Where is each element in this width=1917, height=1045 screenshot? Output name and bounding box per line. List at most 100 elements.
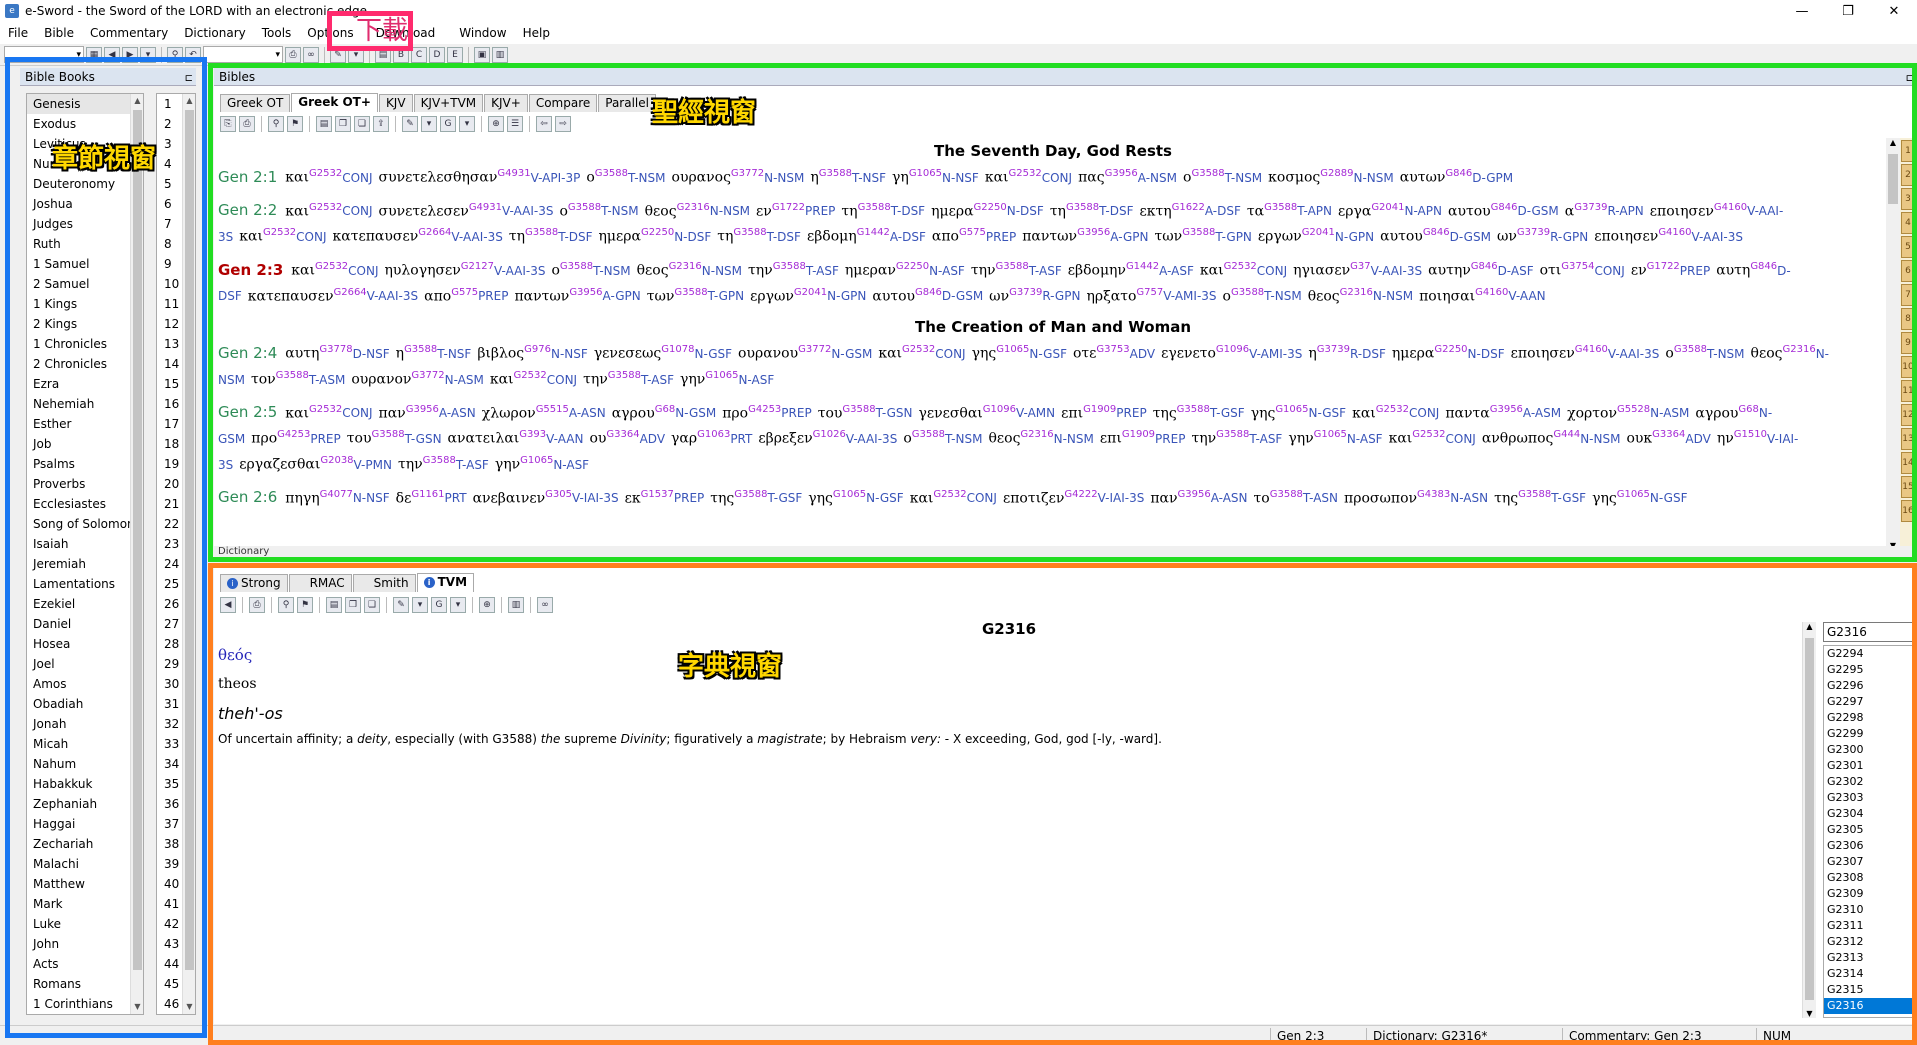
tab-rmac[interactable]: RMAC — [288, 574, 352, 592]
morphology-code[interactable]: N-ASM — [1650, 406, 1689, 420]
greek-word[interactable]: ημερα — [599, 229, 641, 245]
morphology-code[interactable]: T-ASF — [806, 264, 839, 278]
morphology-code[interactable]: T-NSF — [852, 171, 886, 185]
book-item[interactable]: 2 Chronicles — [27, 354, 143, 374]
dictionary-topic-item[interactable]: G2295 — [1824, 662, 1912, 678]
strong-number-link[interactable]: G3588 — [734, 489, 767, 500]
strong-number-link[interactable]: G3588 — [608, 370, 641, 381]
menu-window[interactable]: Window — [451, 22, 514, 44]
chapter-button-10[interactable]: 10 — [1901, 356, 1915, 378]
dictionary-topic-item[interactable]: G2308 — [1824, 870, 1912, 886]
greek-word[interactable]: τη — [1050, 203, 1066, 219]
scroll-thumb[interactable] — [1888, 154, 1898, 204]
morphology-code[interactable]: N-ASF — [738, 373, 774, 387]
menu-options[interactable]: Options — [299, 22, 361, 44]
greek-word[interactable]: βιβλος — [477, 346, 524, 362]
morphology-code[interactable]: A-DSF — [890, 230, 926, 244]
strong-number-link[interactable]: G3778 — [319, 344, 352, 355]
dropdown-icon[interactable]: ▾ — [348, 46, 364, 63]
greek-word[interactable]: ων — [989, 288, 1009, 304]
morphology-code[interactable]: R-DSF — [1350, 347, 1386, 361]
greek-word[interactable]: της — [710, 490, 734, 506]
dictionary-topic-item[interactable]: G2301 — [1824, 758, 1912, 774]
morphology-code[interactable]: V-AMN — [1016, 406, 1055, 420]
morphology-code[interactable]: T-APN — [1297, 204, 1332, 218]
dictionary-topic-item[interactable]: G2306 — [1824, 838, 1912, 854]
greek-word[interactable]: ουρανος — [672, 170, 731, 186]
morphology-code[interactable]: ADV — [1130, 347, 1155, 361]
morphology-code[interactable]: N-NSF — [353, 491, 390, 505]
morphology-code[interactable]: CONJ — [1042, 171, 1072, 185]
dictionary-topic-item[interactable]: G2294 — [1824, 646, 1912, 662]
greek-word[interactable]: γην — [680, 372, 705, 388]
strong-number-link[interactable]: G3588 — [560, 261, 593, 272]
book-item[interactable]: Jeremiah — [27, 554, 143, 574]
greek-word[interactable]: ανθρωπος — [1482, 431, 1554, 447]
strong-number-link[interactable]: G1442 — [857, 227, 890, 238]
greek-word[interactable]: και — [490, 372, 514, 388]
strong-number-link[interactable]: G2532 — [902, 344, 935, 355]
greek-word[interactable]: των — [647, 288, 675, 304]
greek-word[interactable]: αυτων — [1400, 170, 1446, 186]
book-item[interactable]: Exodus — [27, 114, 143, 134]
morphology-code[interactable]: N-DSF — [674, 230, 711, 244]
greek-word[interactable]: εργα — [1338, 203, 1371, 219]
book-item[interactable]: Psalms — [27, 454, 143, 474]
greek-word[interactable]: α — [1565, 203, 1574, 219]
strong-number-link[interactable]: G3588 — [733, 227, 766, 238]
chapter-list-scrollbar[interactable]: ▲ ▼ — [182, 94, 195, 1014]
morphology-code[interactable]: A-ASN — [439, 406, 476, 420]
paste-icon[interactable]: ❏ — [364, 597, 380, 613]
strong-number-link[interactable]: G3364 — [1652, 429, 1685, 440]
highlight-icon[interactable]: ✎ — [402, 116, 418, 132]
morphology-code[interactable]: A-GPN — [603, 289, 641, 303]
strong-number-link[interactable]: G1622 — [1172, 202, 1205, 213]
layout-d-icon[interactable]: D — [429, 46, 445, 63]
book-item[interactable]: Ezra — [27, 374, 143, 394]
chapter-button-6[interactable]: 6 — [1901, 260, 1915, 282]
morphology-code[interactable]: N-DSF — [1007, 204, 1044, 218]
book-item[interactable]: Esther — [27, 414, 143, 434]
greek-word[interactable]: αυτου — [872, 288, 915, 304]
morphology-code[interactable]: T-DSF — [1099, 204, 1133, 218]
strong-number-link[interactable]: G1442 — [1126, 261, 1159, 272]
book-item[interactable]: Hosea — [27, 634, 143, 654]
strong-number-link[interactable]: G3739 — [1574, 202, 1607, 213]
strong-number-link[interactable]: G757 — [1136, 287, 1163, 298]
menu-help[interactable]: Help — [515, 22, 558, 44]
morphology-code[interactable]: PREP — [1155, 432, 1185, 446]
morphology-code[interactable]: N-GPN — [1335, 230, 1374, 244]
strong-number-link[interactable]: G3588 — [423, 455, 456, 466]
morphology-code[interactable]: T-GSF — [767, 491, 802, 505]
layout-e-icon[interactable]: E — [447, 46, 463, 63]
morphology-code[interactable]: V-IAI-3S — [572, 491, 619, 505]
document-icon[interactable]: ▤ — [316, 116, 332, 132]
tab-tvm[interactable]: i TVM — [416, 573, 475, 592]
dictionary-topic-item[interactable]: G2309 — [1824, 886, 1912, 902]
strong-number-link[interactable]: G1065 — [705, 370, 738, 381]
morphology-code[interactable]: CONJ — [547, 373, 577, 387]
morphology-code[interactable]: D-ASF — [1498, 264, 1534, 278]
strong-number-link[interactable]: G2889 — [1320, 168, 1353, 179]
morphology-code[interactable]: N-NSM — [1353, 171, 1393, 185]
book-item[interactable]: Micah — [27, 734, 143, 754]
morphology-code[interactable]: N-NSM — [702, 264, 742, 278]
morphology-code[interactable]: PREP — [781, 406, 811, 420]
morphology-code[interactable]: N-NSM — [1580, 432, 1620, 446]
strong-number-link[interactable]: G3753 — [1096, 344, 1129, 355]
greek-word[interactable]: ανεβαινεν — [473, 490, 546, 506]
morphology-code[interactable]: T-NSM — [628, 171, 666, 185]
greek-word[interactable]: επι — [1100, 431, 1122, 447]
book-item[interactable]: Matthew — [27, 874, 143, 894]
book-item[interactable]: Song of Solomon — [27, 514, 143, 534]
strong-number-link[interactable]: G3956 — [1077, 227, 1110, 238]
book-item[interactable]: Malachi — [27, 854, 143, 874]
strong-number-link[interactable]: G3588 — [996, 261, 1029, 272]
greek-word[interactable]: παντων — [514, 288, 569, 304]
book-item[interactable]: Proverbs — [27, 474, 143, 494]
strong-number-link[interactable]: G2041 — [794, 287, 827, 298]
strong-number-link[interactable]: G393 — [519, 429, 546, 440]
book-item[interactable]: Zephaniah — [27, 794, 143, 814]
tab-strong[interactable]: i Strong — [220, 574, 288, 592]
greek-word[interactable]: ημεραν — [845, 263, 896, 279]
